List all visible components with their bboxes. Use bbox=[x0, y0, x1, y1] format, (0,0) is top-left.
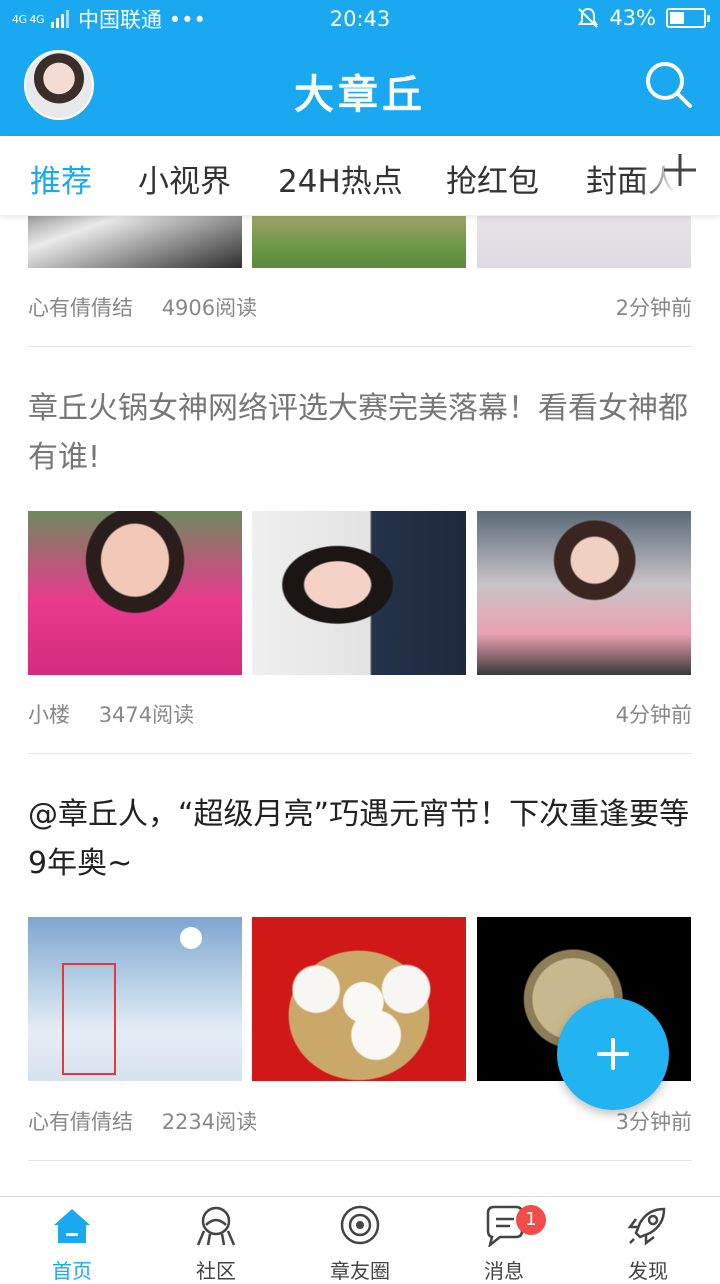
tab-small-vision[interactable]: 小视界 bbox=[138, 156, 231, 201]
feed-meta: 心有倩倩结 4906阅读 2分钟前 bbox=[28, 292, 692, 322]
feed-thumbnail bbox=[28, 917, 242, 1081]
community-icon bbox=[196, 1206, 236, 1246]
feed-thumbnail bbox=[252, 511, 466, 675]
nav-friends-circle[interactable]: 章友圈 bbox=[288, 1197, 432, 1283]
feed-thumbnail bbox=[28, 511, 242, 675]
feed-title: 章丘火锅女神网络评选大赛完美落幕！看看女神都有谁! bbox=[28, 391, 688, 475]
add-tab-icon[interactable] bbox=[660, 150, 700, 190]
rocket-icon bbox=[627, 1207, 666, 1246]
nav-community[interactable]: 社区 bbox=[144, 1197, 288, 1283]
divider bbox=[28, 346, 692, 347]
feed-thumbnail bbox=[28, 216, 242, 268]
feed-meta: 心有倩倩结 2234阅读 3分钟前 bbox=[28, 1106, 692, 1136]
feed-author: 小楼 bbox=[28, 703, 70, 727]
nav-messages[interactable]: 1 消息 bbox=[432, 1197, 576, 1283]
nav-discover[interactable]: 发现 bbox=[576, 1197, 720, 1283]
feed-thumbnail bbox=[477, 216, 691, 268]
message-badge: 1 bbox=[516, 1205, 546, 1235]
feed-reads: 3474阅读 bbox=[98, 703, 195, 727]
feed-reads: 2234阅读 bbox=[161, 1110, 258, 1134]
tab-24h-hot[interactable]: 24H热点 bbox=[278, 156, 403, 201]
mute-bell-icon bbox=[578, 7, 599, 28]
search-icon[interactable] bbox=[644, 60, 694, 110]
feed-time: 4分钟前 bbox=[615, 703, 692, 727]
category-tabs: 推荐 小视界 24H热点 抢红包 封面人 bbox=[0, 136, 720, 216]
divider bbox=[28, 753, 692, 754]
feed-thumbnail bbox=[477, 511, 691, 675]
divider bbox=[28, 1160, 692, 1161]
feed-title: @章丘人，“超级月亮”巧遇元宵节！下次重逢要等9年奥~ bbox=[28, 797, 690, 881]
feed-time: 2分钟前 bbox=[615, 296, 692, 320]
app-header: 大章丘 bbox=[0, 38, 720, 136]
compose-fab[interactable] bbox=[557, 998, 669, 1110]
feed-author: 心有倩倩结 bbox=[28, 296, 133, 320]
battery-icon bbox=[666, 8, 710, 28]
status-bar: 4G 4G 中国联通 ••• 20:43 43% bbox=[0, 0, 720, 38]
highlight-box bbox=[62, 963, 116, 1075]
plus-icon bbox=[597, 1038, 629, 1070]
nav-home[interactable]: 首页 bbox=[0, 1197, 144, 1283]
tab-red-packet[interactable]: 抢红包 bbox=[446, 156, 539, 201]
moon-dot bbox=[180, 927, 202, 949]
feed-meta: 小楼 3474阅读 4分钟前 bbox=[28, 699, 692, 729]
feed-author: 心有倩倩结 bbox=[28, 1110, 133, 1134]
tab-recommend[interactable]: 推荐 bbox=[30, 156, 92, 201]
app-title: 大章丘 bbox=[294, 72, 426, 118]
feed-time: 3分钟前 bbox=[615, 1110, 692, 1134]
bottom-nav: 首页 社区 章友圈 1 消息 发现 bbox=[0, 1196, 720, 1283]
feed-thumbnail bbox=[252, 216, 466, 268]
feed-reads: 4906阅读 bbox=[161, 296, 258, 320]
battery-percent: 43% bbox=[609, 6, 656, 30]
feed-thumbnail bbox=[252, 917, 466, 1081]
home-icon bbox=[54, 1209, 90, 1243]
friends-circle-icon bbox=[340, 1205, 380, 1245]
